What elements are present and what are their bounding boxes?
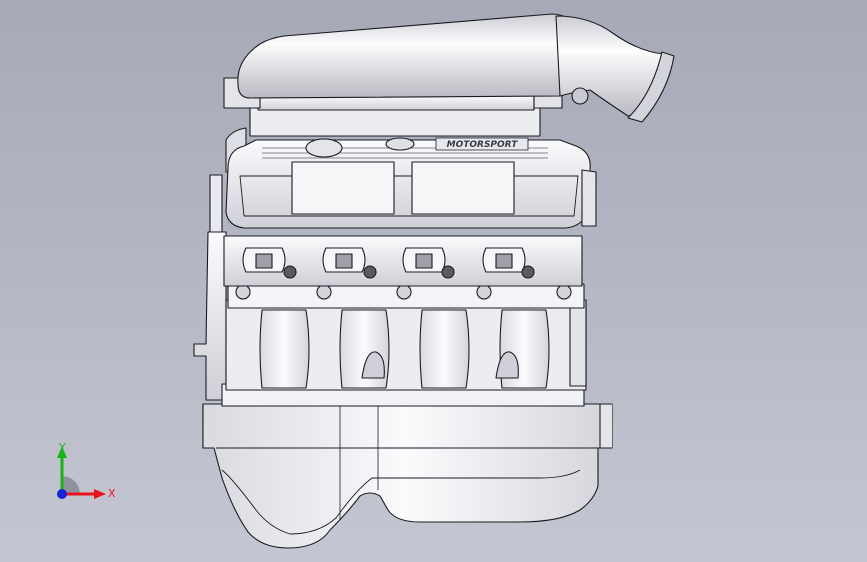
cylinder-head-deck — [227, 283, 585, 309]
x-axis-label: X — [108, 487, 116, 500]
x-axis-head — [94, 489, 106, 499]
y-axis-label: Y — [58, 441, 66, 454]
cylinder-block — [225, 299, 587, 391]
engine-model[interactable]: MOTORSPORT — [0, 0, 867, 562]
graphics-viewport[interactable]: MOTORSPORT Y X — [0, 0, 867, 562]
oil-filler-cap — [305, 138, 343, 158]
valve-cover — [225, 137, 591, 229]
valve-cover-emblem: MOTORSPORT — [447, 140, 519, 150]
cylinder-head — [223, 235, 583, 287]
coordinate-triad[interactable]: Y X — [40, 430, 120, 520]
timing-cover-edge — [581, 169, 597, 227]
z-axis-dot — [57, 489, 67, 499]
